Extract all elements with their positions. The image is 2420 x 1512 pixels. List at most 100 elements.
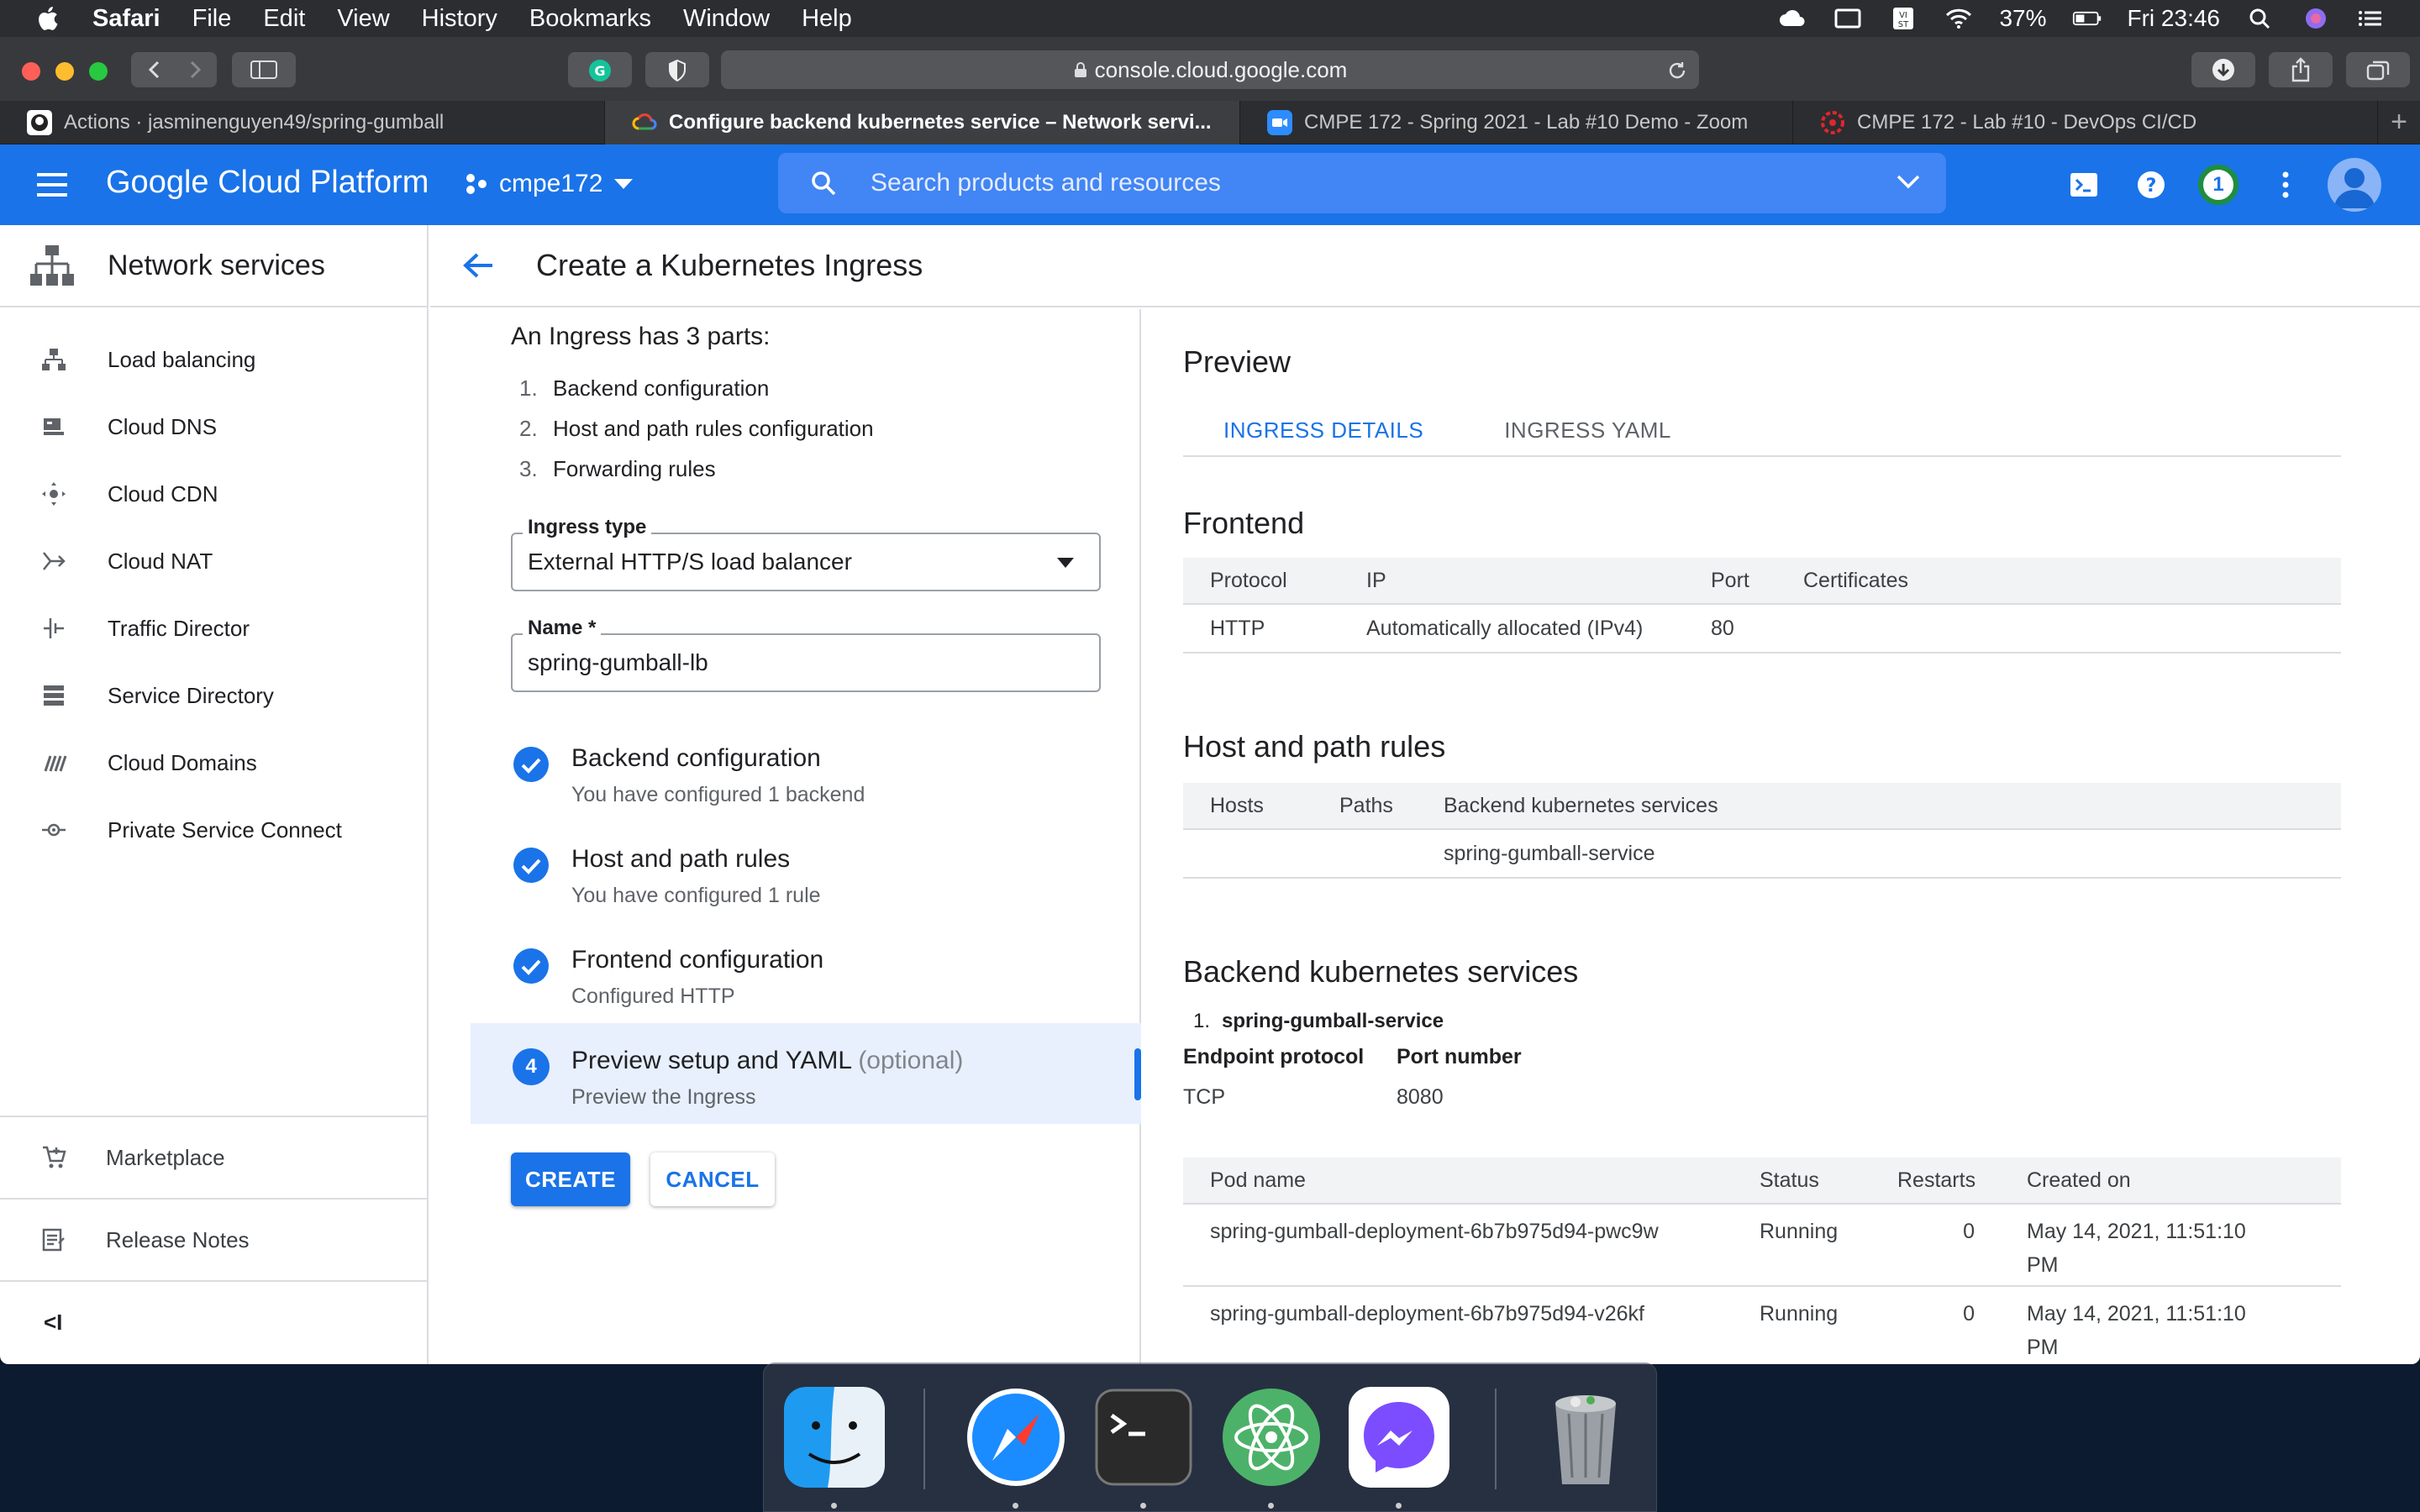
name-input[interactable]: Name * spring-gumball-lb xyxy=(511,617,1101,692)
step-backend-configuration[interactable]: Backend configuration You have configure… xyxy=(471,721,1141,822)
more-vert-icon[interactable] xyxy=(2269,168,2302,202)
browser-tab-gcp[interactable]: Configure backend kubernetes service – N… xyxy=(605,101,1240,144)
sidebar-item-cloud-cdn[interactable]: Cloud CDN xyxy=(0,460,427,528)
step-title: Frontend configuration xyxy=(571,946,824,974)
privacy-shield-button[interactable] xyxy=(645,52,709,87)
help-icon[interactable]: ? xyxy=(2134,168,2168,202)
sidebar-item-private-service-connect[interactable]: Private Service Connect xyxy=(0,796,427,864)
sidebar-item-service-directory[interactable]: Service Directory xyxy=(0,662,427,729)
menu-history[interactable]: History xyxy=(422,5,497,33)
chevron-right-icon[interactable] xyxy=(187,60,203,79)
siri-icon[interactable] xyxy=(2301,6,2331,31)
menu-app-name[interactable]: Safari xyxy=(92,5,160,33)
hamburger-menu-icon[interactable] xyxy=(35,171,69,198)
share-button[interactable] xyxy=(2269,52,2333,87)
window-zoom-button[interactable] xyxy=(89,62,108,81)
running-indicator xyxy=(831,1503,837,1509)
project-selector[interactable]: cmpe172 xyxy=(464,170,634,198)
control-center-icon[interactable] xyxy=(2356,6,2386,31)
table-header: Protocol IP Port Certificates xyxy=(1183,558,2341,605)
tabs-icon xyxy=(2366,60,2390,81)
battery-icon[interactable] xyxy=(2072,6,2102,31)
downloads-button[interactable] xyxy=(2191,52,2255,87)
input-source-icon[interactable]: VIST xyxy=(1888,6,1918,31)
menu-file[interactable]: File xyxy=(192,5,232,33)
arrow-back-icon[interactable] xyxy=(462,252,494,279)
grammarly-extension-button[interactable]: G xyxy=(568,52,632,87)
menu-help[interactable]: Help xyxy=(802,5,852,33)
ingress-intro: An Ingress has 3 parts: xyxy=(511,323,771,350)
host-path-rules-table: Hosts Paths Backend kubernetes services … xyxy=(1183,783,2341,879)
sidebar-item-load-balancing[interactable]: Load balancing xyxy=(0,326,427,393)
step-host-path-rules[interactable]: Host and path rules You have configured … xyxy=(471,822,1141,922)
ingress-form: An Ingress has 3 parts: 1. Backend config… xyxy=(430,309,1141,1364)
back-forward-buttons[interactable] xyxy=(131,52,217,87)
sidebar-item-cloud-nat[interactable]: Cloud NAT xyxy=(0,528,427,595)
sidebar-item-release-notes[interactable]: Release Notes xyxy=(0,1198,429,1280)
sidebar-item-cloud-domains[interactable]: Cloud Domains xyxy=(0,729,427,796)
gcp-brand[interactable]: Google Cloud Platform xyxy=(106,165,429,201)
cloud-shell-icon[interactable] xyxy=(2067,168,2101,202)
ingress-type-select[interactable]: Ingress type External HTTP/S load balanc… xyxy=(511,516,1101,591)
window-close-button[interactable] xyxy=(22,62,40,81)
nav-title: Network services xyxy=(108,249,325,281)
running-indicator xyxy=(1140,1503,1146,1509)
menu-window[interactable]: Window xyxy=(683,5,770,33)
display-icon[interactable] xyxy=(1833,6,1863,31)
sidebar-item-traffic-director[interactable]: Traffic Director xyxy=(0,595,427,662)
account-avatar[interactable] xyxy=(2328,158,2381,212)
browser-tab-github-actions[interactable]: Actions · jasminenguyen49/spring-gumball xyxy=(0,101,605,144)
marketplace-label: Marketplace xyxy=(106,1144,225,1170)
sidebar-item-cloud-dns[interactable]: Cloud DNS xyxy=(0,393,427,460)
step-subtitle: You have configured 1 rule xyxy=(571,884,821,907)
backend-service-item: 1. spring-gumball-service xyxy=(1193,1010,1444,1032)
step-preview-setup[interactable]: 4 Preview setup and YAML (optional) Prev… xyxy=(471,1023,1141,1124)
name-label: Name * xyxy=(523,617,602,640)
tab-ingress-details[interactable]: INGRESS DETAILS xyxy=(1183,405,1464,455)
trash-icon[interactable] xyxy=(1535,1387,1636,1488)
notifications-badge[interactable]: 1 xyxy=(2198,165,2238,205)
finder-icon[interactable] xyxy=(784,1387,885,1488)
sjsu-icon xyxy=(1821,111,1844,134)
menu-bookmarks[interactable]: Bookmarks xyxy=(529,5,651,33)
window-minimize-button[interactable] xyxy=(55,62,74,81)
scroll-indicator[interactable] xyxy=(1134,1048,1141,1100)
new-tab-button[interactable]: + xyxy=(2378,101,2420,144)
address-bar[interactable]: console.cloud.google.com xyxy=(721,50,1699,89)
tab-ingress-yaml[interactable]: INGRESS YAML xyxy=(1464,405,1712,455)
step-frontend-configuration[interactable]: Frontend configuration Configured HTTP xyxy=(471,922,1141,1023)
search-bar[interactable]: Search products and resources xyxy=(778,153,1946,213)
sidebar-item-marketplace[interactable]: Marketplace xyxy=(0,1116,429,1198)
menu-edit[interactable]: Edit xyxy=(263,5,305,33)
create-button[interactable]: CREATE xyxy=(511,1152,630,1206)
sidebar-toggle-button[interactable] xyxy=(232,52,296,87)
check-circle-icon xyxy=(513,948,549,984)
reload-icon[interactable] xyxy=(1667,60,1687,81)
sidebar-item-label: Cloud CDN xyxy=(108,480,218,507)
browser-tab-lab[interactable]: CMPE 172 - Lab #10 - DevOps CI/CD xyxy=(1793,101,2378,144)
host-path-rules-title: Host and path rules xyxy=(1183,729,1446,764)
safari-icon[interactable] xyxy=(965,1387,1066,1488)
google-cloud-icon xyxy=(632,113,657,130)
collapse-nav-button[interactable]: <I xyxy=(0,1280,429,1362)
spotlight-search-icon[interactable] xyxy=(2245,6,2275,31)
menubar-clock[interactable]: Fri 23:46 xyxy=(2128,5,2221,32)
apple-icon[interactable] xyxy=(34,3,64,34)
macos-dock xyxy=(763,1362,1657,1512)
chevron-down-icon[interactable] xyxy=(1896,171,1921,192)
ingress-parts-list: 1. Backend configuration 2. Host and path … xyxy=(519,368,874,489)
menu-view[interactable]: View xyxy=(337,5,389,33)
messenger-icon[interactable] xyxy=(1349,1387,1449,1488)
atom-icon[interactable] xyxy=(1221,1387,1322,1488)
share-icon xyxy=(2291,57,2310,82)
browser-tab-zoom[interactable]: CMPE 172 - Spring 2021 - Lab #10 Demo - … xyxy=(1240,101,1793,144)
cancel-button[interactable]: CANCEL xyxy=(650,1152,775,1206)
wifi-icon[interactable] xyxy=(1944,6,1974,31)
chevron-left-icon[interactable] xyxy=(146,60,163,79)
cloud-sync-icon[interactable] xyxy=(1777,6,1807,31)
terminal-icon[interactable] xyxy=(1093,1387,1194,1488)
gcp-header: Google Cloud Platform cmpe172 Search pro… xyxy=(0,144,2420,225)
user-avatar-icon xyxy=(2334,168,2375,208)
running-indicator xyxy=(1396,1503,1402,1509)
tab-overview-button[interactable] xyxy=(2346,52,2410,87)
